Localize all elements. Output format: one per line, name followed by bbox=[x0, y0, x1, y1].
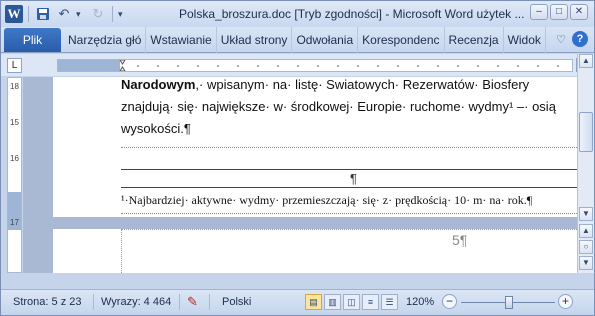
footnote-text[interactable]: ¹·Najbardziej· aktywne· wydmy· przemiesz… bbox=[121, 193, 532, 208]
previous-page-icon[interactable]: ▲ bbox=[579, 224, 593, 238]
window-title: Polska_broszura.doc [Tryb zgodności] - M… bbox=[179, 7, 525, 21]
page-gap bbox=[53, 217, 577, 229]
status-separator bbox=[93, 294, 94, 310]
qat-separator bbox=[112, 6, 113, 22]
tab-mailings[interactable]: Korespondenc bbox=[358, 27, 445, 53]
undo-icon[interactable]: ↶ bbox=[55, 5, 73, 23]
window-controls: – □ ✕ bbox=[530, 4, 588, 20]
document-page-next[interactable]: 5¶ bbox=[53, 229, 577, 273]
vruler-number: 16 bbox=[10, 154, 19, 163]
word-icon[interactable]: W bbox=[5, 5, 23, 23]
line-text: ,· wpisanym· na· listę· Swiatowych· Reze… bbox=[195, 77, 530, 92]
customize-dropdown-icon[interactable]: ▾ bbox=[118, 9, 128, 20]
tab-insert[interactable]: Wstawianie bbox=[146, 27, 217, 53]
paragraph-line[interactable]: znajdują· się· największe· w· środkowej·… bbox=[121, 99, 556, 114]
minimize-ribbon-icon[interactable]: ♡ bbox=[556, 33, 566, 46]
vruler-number: 15 bbox=[10, 118, 19, 127]
text-boundary bbox=[121, 147, 577, 148]
web-layout-icon[interactable]: ◫ bbox=[343, 294, 360, 310]
status-separator bbox=[209, 294, 210, 310]
help-icon[interactable]: ? bbox=[572, 31, 588, 47]
word-count[interactable]: Wyrazy: 4 464 bbox=[101, 296, 171, 308]
tab-file[interactable]: Plik bbox=[4, 28, 61, 52]
page-count[interactable]: Strona: 5 z 23 bbox=[13, 296, 82, 308]
print-layout-icon[interactable]: ▤ bbox=[305, 294, 322, 310]
draft-icon[interactable]: ☰ bbox=[381, 294, 398, 310]
vruler-number: 17 bbox=[10, 218, 19, 227]
quick-access-toolbar: W ↶ ▾ ↻ ▾ bbox=[5, 5, 128, 23]
paragraph-mark: ¶ bbox=[350, 171, 357, 186]
paragraph-line[interactable]: Narodowym,· wpisanym· na· listę· Swiatow… bbox=[121, 77, 529, 92]
vertical-ruler[interactable]: 18 15 16 17 bbox=[7, 77, 22, 273]
status-separator bbox=[179, 294, 180, 310]
full-screen-reading-icon[interactable]: ▥ bbox=[324, 294, 341, 310]
bold-text: Narodowym bbox=[121, 77, 196, 92]
qat-separator bbox=[28, 6, 29, 22]
vertical-scrollbar[interactable]: ▲ ▼ ▲ ○ ▼ bbox=[577, 54, 594, 273]
select-browse-object-icon[interactable]: ○ bbox=[579, 240, 593, 254]
document-area[interactable]: Narodowym,· wpisanym· na· listę· Swiatow… bbox=[23, 77, 577, 273]
zoom-out-icon[interactable]: − bbox=[442, 294, 457, 309]
ribbon-tabs: Plik Narzędzia głó Wstawianie Układ stro… bbox=[1, 27, 594, 53]
scroll-down-icon[interactable]: ▼ bbox=[579, 207, 593, 221]
vruler-number: 18 bbox=[10, 82, 19, 91]
save-icon[interactable] bbox=[34, 5, 52, 23]
ribbon-tab-list: Narzędzia głó Wstawianie Układ strony Od… bbox=[64, 27, 546, 53]
tab-home[interactable]: Narzędzia głó bbox=[64, 27, 147, 53]
text-boundary bbox=[121, 213, 577, 214]
ruler-bar: L ▤ bbox=[1, 54, 594, 76]
minimize-button[interactable]: – bbox=[530, 4, 548, 20]
maximize-button[interactable]: □ bbox=[550, 4, 568, 20]
ruler-ticks bbox=[119, 60, 559, 71]
tab-review[interactable]: Recenzja bbox=[445, 27, 504, 53]
paragraph-line[interactable]: wysokości.¶ bbox=[121, 121, 191, 136]
language[interactable]: Polski bbox=[222, 296, 251, 308]
redo-icon[interactable]: ↻ bbox=[89, 5, 107, 23]
proofing-icon[interactable]: ✎ bbox=[187, 294, 198, 310]
page-number: 5¶ bbox=[452, 232, 468, 248]
next-page-icon[interactable]: ▼ bbox=[579, 256, 593, 270]
horizontal-ruler[interactable] bbox=[57, 59, 573, 72]
close-button[interactable]: ✕ bbox=[570, 4, 588, 20]
title-bar: W ↶ ▾ ↻ ▾ Polska_broszura.doc [Tryb zgod… bbox=[1, 1, 594, 27]
tab-page-layout[interactable]: Układ strony bbox=[217, 27, 293, 53]
scroll-up-icon[interactable]: ▲ bbox=[579, 54, 593, 68]
outline-icon[interactable]: ≡ bbox=[362, 294, 379, 310]
footnote-separator-bottom bbox=[121, 187, 577, 188]
tab-view[interactable]: Widok bbox=[504, 27, 546, 53]
tab-selector-icon[interactable]: L bbox=[7, 58, 22, 73]
status-bar: Strona: 5 z 23 Wyrazy: 4 464 ✎ Polski ▤ … bbox=[1, 289, 594, 315]
zoom-in-icon[interactable]: + bbox=[558, 294, 573, 309]
scroll-thumb[interactable] bbox=[579, 112, 593, 152]
tab-references[interactable]: Odwołania bbox=[292, 27, 359, 53]
zoom-level[interactable]: 120% bbox=[406, 296, 434, 308]
undo-dropdown-icon[interactable]: ▾ bbox=[76, 9, 86, 20]
header-region[interactable]: 5¶ bbox=[121, 229, 577, 273]
word-window: W ↶ ▾ ↻ ▾ Polska_broszura.doc [Tryb zgod… bbox=[0, 0, 595, 316]
zoom-slider-thumb[interactable] bbox=[505, 296, 513, 309]
ribbon-right-icons: ♡ ? bbox=[556, 31, 588, 47]
footnote-separator bbox=[121, 169, 577, 170]
